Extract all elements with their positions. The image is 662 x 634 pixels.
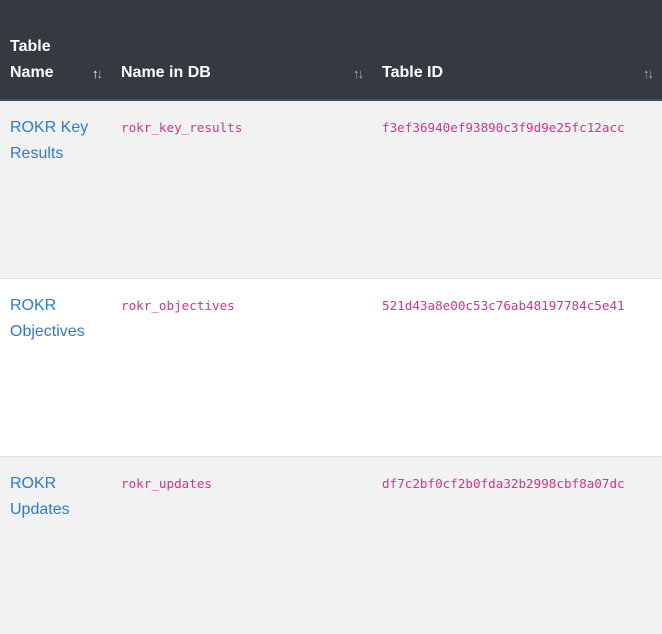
sort-arrows-icon[interactable]: ↑↓: [643, 66, 654, 81]
sort-down-icon: ↓: [357, 66, 364, 81]
table-name-link[interactable]: ROKR Objectives: [10, 297, 85, 340]
sort-arrows-icon[interactable]: ↑↓: [92, 66, 103, 81]
db-name: rokr_objectives: [121, 297, 235, 313]
column-header-label: Name in DB: [121, 64, 211, 81]
table-header: Table Name ↑↓ Name in DB ↑↓ Table ID ↑↓: [0, 0, 662, 101]
db-name: rokr_key_results: [121, 120, 243, 135]
table-row: ROKR Key Results rokr_key_results f3ef36…: [0, 99, 662, 278]
column-header-name-in-db[interactable]: Name in DB ↑↓: [111, 0, 372, 101]
table-row: ROKR Updates rokr_updates df7c2bf0cf2b0f…: [0, 455, 662, 634]
cell-table-name: ROKR Key Results: [0, 99, 111, 278]
column-header-label: Table ID: [382, 64, 444, 81]
table-row: ROKR Objectives rokr_objectives 521d43a8…: [0, 277, 662, 456]
cell-name-in-db: rokr_objectives: [111, 277, 372, 456]
table-id: 521d43a8e00c53c76ab48197784c5e41: [382, 297, 625, 313]
sort-down-icon: ↓: [647, 66, 654, 81]
cell-table-id: 521d43a8e00c53c76ab48197784c5e41: [372, 277, 662, 456]
column-header-label: Table Name: [10, 38, 54, 81]
db-name: rokr_updates: [121, 475, 212, 491]
sort-arrows-icon[interactable]: ↑↓: [353, 66, 364, 81]
table-body: ROKR Key Results rokr_key_results f3ef36…: [0, 99, 662, 634]
sort-down-icon: ↓: [96, 66, 103, 81]
table-name-link[interactable]: ROKR Key Results: [10, 119, 88, 162]
table-id: df7c2bf0cf2b0fda32b2998cbf8a07dc: [382, 475, 625, 491]
cell-name-in-db: rokr_key_results: [111, 99, 372, 278]
tables-grid: Table Name ↑↓ Name in DB ↑↓ Table ID ↑↓ …: [0, 0, 662, 634]
cell-table-name: ROKR Updates: [0, 455, 111, 634]
cell-name-in-db: rokr_updates: [111, 455, 372, 634]
cell-table-id: df7c2bf0cf2b0fda32b2998cbf8a07dc: [372, 455, 662, 634]
table-name-link[interactable]: ROKR Updates: [10, 475, 70, 518]
table-id: f3ef36940ef93890c3f9d9e25fc12acc: [382, 120, 625, 135]
column-header-table-id[interactable]: Table ID ↑↓: [372, 0, 662, 101]
cell-table-name: ROKR Objectives: [0, 277, 111, 456]
column-header-table-name[interactable]: Table Name ↑↓: [0, 0, 111, 101]
cell-table-id: f3ef36940ef93890c3f9d9e25fc12acc: [372, 99, 662, 278]
